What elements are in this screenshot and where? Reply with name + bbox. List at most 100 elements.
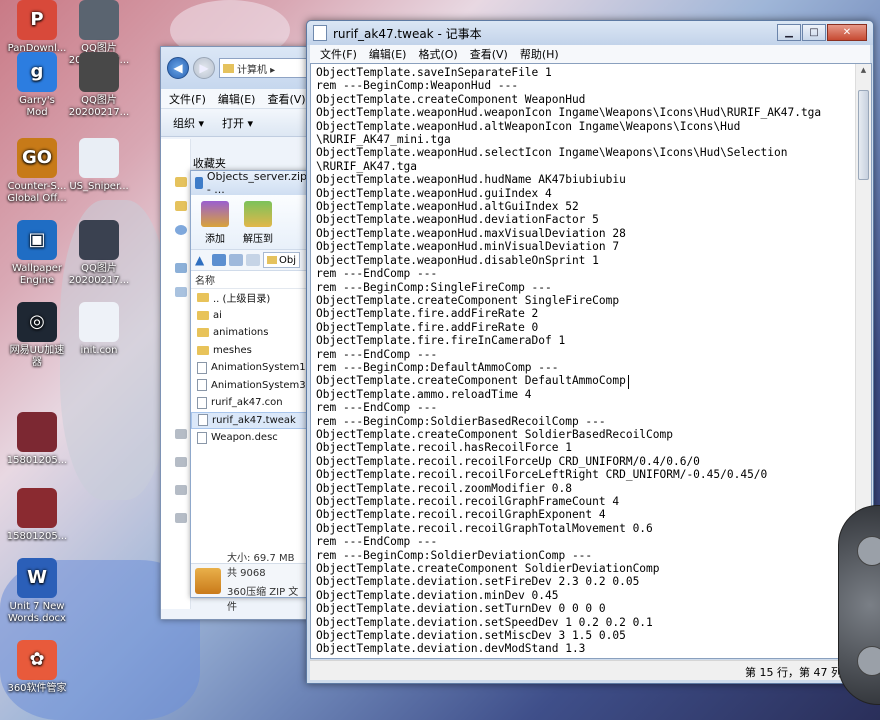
zip-list-item[interactable]: AnimationSystem3p.i (191, 377, 307, 395)
navigation-pane[interactable] (161, 139, 191, 609)
text-line: ObjectTemplate.fire.addFireRate 0 (316, 320, 539, 334)
text-line: ObjectTemplate.createComponent DefaultAm… (316, 374, 626, 388)
zip-status-bar: 大小: 69.7 MB 共 9068 360压缩 ZIP 文件 (191, 553, 307, 613)
app-icon: ▣ (17, 220, 57, 260)
disc-button[interactable] (857, 536, 880, 566)
desktop-icon[interactable]: ✿ 360软件管家 (0, 640, 74, 695)
menu-file[interactable]: 文件(F) (320, 46, 357, 62)
text-line: rem ---BeginComp:SoldierDeviationComp --… (316, 548, 593, 562)
menu-view[interactable]: 查看(V) (267, 91, 305, 107)
text-line: ObjectTemplate.weaponHud.deviationFactor… (316, 213, 599, 227)
explorer-toolbar: 组织 ▾ 打开 ▾ (161, 109, 309, 137)
explorer-menu-bar: 文件(F) 编辑(E) 查看(V) (161, 89, 309, 109)
app-icon (79, 220, 119, 260)
drive-icon (175, 485, 187, 495)
zip-list-item[interactable]: ai (191, 307, 307, 325)
view-icon[interactable] (212, 254, 226, 266)
extract-icon (244, 201, 272, 227)
zip-list-item[interactable]: meshes (191, 342, 307, 360)
text-line: rem ---BeginComp:WeaponHud --- (316, 79, 519, 93)
column-header-name[interactable]: 名称 (191, 271, 307, 289)
library-icon (175, 263, 187, 273)
notepad-window[interactable]: rurif_ak47.tweak - 记事本 ▁ □ ✕ 文件(F) 编辑(E)… (306, 20, 874, 684)
text-line: rem ---BeginComp:SoldierBasedRecoilComp … (316, 414, 606, 428)
zip-list-item[interactable]: AnimationSystem1p.i (191, 359, 307, 377)
add-button[interactable]: 添加 (201, 201, 229, 245)
menu-help[interactable]: 帮助(H) (520, 46, 559, 62)
text-cursor-ibeam (628, 375, 630, 389)
zip-path-field[interactable]: Obj (263, 252, 300, 268)
desktop-icon[interactable]: 15801205... (0, 412, 74, 467)
notepad-title: rurif_ak47.tweak - 记事本 (333, 26, 482, 41)
text-line: ObjectTemplate.weaponHud.weaponIcon Inga… (316, 106, 822, 120)
text-line: ObjectTemplate.recoil.recoilGraphFrameCo… (316, 495, 620, 508)
app-icon (17, 488, 57, 528)
desktop-icon[interactable]: US_Sniper... (62, 138, 136, 193)
address-bar[interactable]: 计算机 ▸ (219, 58, 309, 78)
folder-icon (197, 328, 209, 338)
minimize-icon[interactable]: ▁ (777, 24, 801, 41)
file-icon (197, 396, 207, 409)
open-button[interactable]: 打开 ▾ (222, 115, 253, 131)
menu-edit[interactable]: 编辑(E) (369, 46, 407, 62)
back-arrow-icon[interactable]: ◀ (167, 57, 189, 79)
text-line: rem ---BeginComp:SingleFireComp --- (316, 280, 552, 294)
text-line: ObjectTemplate.weaponHud.guiIndex 4 (316, 186, 552, 200)
explorer-nav-bar: ◀ ▶ 计算机 ▸ (161, 47, 309, 89)
maximize-icon[interactable]: □ (802, 24, 826, 41)
zip-list-item[interactable]: rurif_ak47.tweak (191, 411, 307, 429)
folder-icon (223, 63, 234, 73)
desktop-icon-label: init.con (80, 345, 118, 356)
editor-text[interactable]: ObjectTemplate.saveInSeparateFile 1 rem -… (316, 66, 821, 656)
disc-button[interactable] (857, 646, 880, 676)
zip-list-item[interactable]: Weapon.desc (191, 429, 307, 447)
view-icon[interactable] (246, 254, 260, 266)
favorites-label: 收藏夹 (192, 157, 226, 170)
folder-icon (197, 310, 209, 320)
app-icon (79, 0, 119, 40)
scrollbar-thumb[interactable] (858, 90, 869, 180)
desktop-icon[interactable]: W Unit 7 New Words.docx (0, 558, 74, 625)
zip-toolbar: 添加 解压到 (191, 195, 307, 249)
text-line: rem ---EndComp --- (316, 535, 438, 549)
zip-archive-window[interactable]: Objects_server.zip - ... 添加 解压到 ▲ Obj 名称… (190, 170, 308, 613)
add-label: 添加 (205, 234, 225, 245)
view-icon[interactable] (229, 254, 243, 266)
window-controls: ▁ □ ✕ (777, 24, 867, 41)
file-icon (197, 431, 207, 444)
zip-list-item[interactable]: animations (191, 324, 307, 342)
scroll-up-arrow-icon[interactable]: ▲ (858, 66, 869, 78)
organize-button[interactable]: 组织 ▾ (173, 115, 204, 131)
notepad-icon (313, 25, 327, 41)
cloud-icon (175, 225, 187, 235)
text-line: ObjectTemplate.recoil.recoilGraphExponen… (316, 508, 606, 522)
menu-view[interactable]: 查看(V) (470, 46, 508, 62)
desktop-icon[interactable]: QQ图片 20200217... (62, 220, 136, 287)
folder-icon (175, 177, 187, 187)
notepad-title-bar: rurif_ak47.tweak - 记事本 ▁ □ ✕ (307, 21, 873, 45)
text-line: \RURIF_AK47.tga (316, 159, 418, 173)
desktop-icon[interactable]: QQ图片 20200217... (62, 52, 136, 119)
desktop-icon-label: QQ图片 20200217... (68, 263, 130, 286)
desktop-icon[interactable]: init.con (62, 302, 136, 357)
menu-edit[interactable]: 编辑(E) (218, 91, 256, 107)
media-control-disc[interactable] (838, 505, 880, 705)
text-line: ObjectTemplate.weaponHud.altGuiIndex 52 (316, 200, 579, 214)
up-arrow-icon[interactable]: ▲ (195, 254, 209, 266)
extract-to-button[interactable]: 解压到 (243, 201, 273, 245)
menu-file[interactable]: 文件(F) (169, 91, 206, 107)
menu-format[interactable]: 格式(O) (418, 46, 457, 62)
zip-list-item[interactable]: rurif_ak47.con (191, 394, 307, 412)
text-line: ObjectTemplate.weaponHud.altWeaponIcon I… (316, 119, 741, 133)
cursor-position: 第 15 行，第 47 列 (745, 666, 842, 679)
desktop-icon[interactable]: 15801205... (0, 488, 74, 543)
text-editor-area[interactable]: ObjectTemplate.saveInSeparateFile 1 rem -… (310, 63, 872, 659)
zip-item-name: ai (213, 309, 222, 321)
close-icon[interactable]: ✕ (827, 24, 867, 41)
forward-arrow-icon[interactable]: ▶ (193, 57, 215, 79)
text-line: ObjectTemplate.fire.fireInCameraDof 1 (316, 334, 566, 348)
zip-item-name: .. (上级目录) (213, 294, 271, 306)
drive-icon (175, 457, 187, 467)
zip-type-text: 360压缩 ZIP 文件 (227, 586, 299, 613)
zip-list-item[interactable]: .. (上级目录) (191, 289, 307, 307)
